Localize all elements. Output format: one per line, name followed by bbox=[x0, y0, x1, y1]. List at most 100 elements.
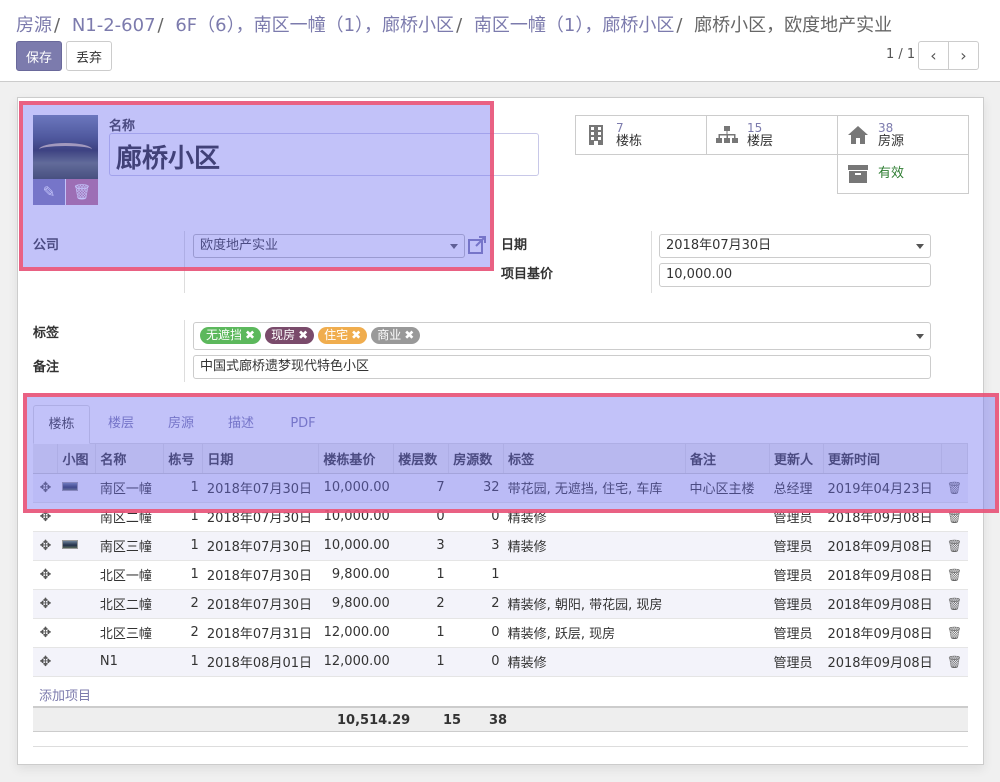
cell-note bbox=[685, 531, 770, 561]
cell-no: 1 bbox=[163, 560, 203, 590]
cell-name: 北区一幢 bbox=[95, 560, 164, 590]
cell-date: 2018年07月30日 bbox=[202, 589, 319, 619]
cell-price: 12,000.00 bbox=[318, 618, 394, 648]
pager-previous-button[interactable]: ‹ bbox=[918, 41, 949, 70]
cell-rooms: 0 bbox=[448, 647, 504, 677]
cell-no: 2 bbox=[163, 589, 203, 619]
tag-chip[interactable]: 住宅 ✖ bbox=[318, 327, 368, 344]
table-row[interactable]: ✥ 北区二幢 2 2018年07月30日 9,800.00 2 2 精装修, 朝阳, 带花园,… bbox=[33, 589, 968, 619]
cell-tags: 精装修, 跃层, 现房 bbox=[503, 618, 686, 648]
note-input[interactable]: 中国式廊桥遗梦现代特色小区 bbox=[193, 355, 931, 379]
cell-no: 2 bbox=[163, 618, 203, 648]
building-icon bbox=[576, 124, 616, 146]
thumbnail-cell bbox=[57, 560, 96, 590]
total-floors: 15 bbox=[443, 713, 462, 728]
add-line-link[interactable]: 添加项目 bbox=[39, 685, 91, 704]
date-input[interactable]: 2018年07月30日 bbox=[659, 234, 931, 258]
tag-chip[interactable]: 现房 ✖ bbox=[265, 327, 315, 344]
cell-note bbox=[685, 560, 770, 590]
stat-button-active[interactable]: 有效 bbox=[837, 154, 969, 194]
cell-price: 10,000.00 bbox=[318, 531, 394, 561]
table-row[interactable]: ✥ 北区三幢 2 2018年07月31日 12,000.00 1 0 精装修, 跃层, 现房 管… bbox=[33, 618, 968, 648]
stat-label: 楼层 bbox=[747, 133, 774, 149]
cell-floors: 3 bbox=[393, 531, 449, 561]
table-row[interactable]: ✥ 北区一幢 1 2018年07月30日 9,800.00 1 1 管理员 2018年09月08… bbox=[33, 560, 968, 590]
cell-no: 1 bbox=[163, 531, 203, 561]
breadcrumb-item[interactable]: 6F（6），南区一幢（1），廊桥小区 bbox=[175, 15, 454, 36]
cell-updated: 2018年09月08日 bbox=[823, 589, 942, 619]
table-footer: 10,514.29 15 38 bbox=[33, 706, 968, 732]
cell-no: 1 bbox=[163, 647, 203, 677]
cell-rooms: 0 bbox=[448, 618, 504, 648]
base-price-input[interactable]: 10,000.00 bbox=[659, 263, 931, 287]
cell-price: 9,800.00 bbox=[318, 589, 394, 619]
cell-price: 12,000.00 bbox=[318, 647, 394, 677]
save-button[interactable]: 保存 bbox=[16, 41, 62, 71]
table-row[interactable]: ✥ 南区三幢 1 2018年07月30日 10,000.00 3 3 精装修 管理员 2018年0… bbox=[33, 531, 968, 561]
tag-chip[interactable]: 商业 ✖ bbox=[371, 327, 421, 344]
cell-tags: 精装修 bbox=[503, 647, 686, 677]
thumbnail-cell bbox=[57, 647, 96, 677]
control-panel: 房源 / N1-2-607/ 6F（6），南区一幢（1），廊桥小区 / 南区一幢（1… bbox=[0, 0, 1000, 82]
stat-button-houses[interactable]: 38 房源 bbox=[837, 115, 969, 155]
trash-icon[interactable]: 🗑 bbox=[941, 531, 968, 561]
discard-button[interactable]: 丢弃 bbox=[66, 41, 112, 71]
breadcrumb-item[interactable]: 房源 bbox=[16, 15, 52, 36]
cell-updated: 2018年09月08日 bbox=[823, 560, 942, 590]
remove-tag-icon[interactable]: ✖ bbox=[351, 328, 361, 342]
trash-icon[interactable]: 🗑 bbox=[941, 560, 968, 590]
trash-icon[interactable]: 🗑 bbox=[941, 589, 968, 619]
cell-user: 管理员 bbox=[769, 647, 824, 677]
cell-name: 南区三幢 bbox=[95, 531, 164, 561]
cell-tags bbox=[503, 560, 686, 590]
breadcrumb-item[interactable]: N1-2-607 bbox=[72, 15, 156, 36]
total-price: 10,514.29 bbox=[337, 713, 411, 728]
form-sheet: ✎ 🗑 名称 廊桥小区 7 楼栋 15 楼层 38 房源 有效 公司 欧度地产实… bbox=[17, 97, 999, 765]
remove-tag-icon[interactable]: ✖ bbox=[245, 328, 255, 342]
cell-note bbox=[685, 618, 770, 648]
cell-user: 管理员 bbox=[769, 618, 824, 648]
trash-icon[interactable]: 🗑 bbox=[941, 647, 968, 677]
breadcrumb-item[interactable]: 南区一幢（1），廊桥小区 bbox=[474, 15, 674, 36]
cell-name: 北区三幢 bbox=[95, 618, 164, 648]
cell-floors: 1 bbox=[393, 647, 449, 677]
stat-button-buildings[interactable]: 7 楼栋 bbox=[575, 115, 707, 155]
drag-handle-icon[interactable]: ✥ bbox=[33, 589, 58, 619]
remove-tag-icon[interactable]: ✖ bbox=[298, 328, 308, 342]
highlight-box-table bbox=[23, 393, 999, 513]
tags-input[interactable]: 无遮挡 ✖ 现房 ✖ 住宅 ✖ 商业 ✖ bbox=[193, 322, 931, 350]
cell-date: 2018年07月30日 bbox=[202, 531, 319, 561]
drag-handle-icon[interactable]: ✥ bbox=[33, 531, 58, 561]
cell-user: 管理员 bbox=[769, 589, 824, 619]
base-price-label: 项目基价 bbox=[501, 267, 554, 282]
stat-count: 7 bbox=[616, 120, 624, 135]
chevron-left-icon: ‹ bbox=[930, 46, 937, 65]
drag-handle-icon[interactable]: ✥ bbox=[33, 647, 58, 677]
cell-user: 管理员 bbox=[769, 531, 824, 561]
thumbnail-cell bbox=[57, 589, 96, 619]
tags-label: 标签 bbox=[33, 326, 60, 341]
cell-note bbox=[685, 647, 770, 677]
remove-tag-icon[interactable]: ✖ bbox=[404, 328, 414, 342]
drag-handle-icon[interactable]: ✥ bbox=[33, 618, 58, 648]
stat-buttons: 7 楼栋 15 楼层 38 房源 有效 bbox=[575, 115, 969, 194]
total-rooms: 38 bbox=[489, 713, 508, 728]
pager-next-button[interactable]: › bbox=[948, 41, 979, 70]
date-value: 2018年07月30日 bbox=[666, 238, 772, 253]
tag-chip[interactable]: 无遮挡 ✖ bbox=[200, 327, 262, 344]
cell-floors: 1 bbox=[393, 618, 449, 648]
pager-value[interactable]: 1 / 1 bbox=[886, 47, 915, 62]
building-thumbnail bbox=[61, 540, 78, 549]
drag-handle-icon[interactable]: ✥ bbox=[33, 560, 58, 590]
breadcrumb-active: 廊桥小区，欧度地产实业 bbox=[694, 15, 893, 36]
cell-name: N1 bbox=[95, 647, 164, 677]
chevron-down-icon bbox=[916, 244, 924, 249]
cell-date: 2018年07月30日 bbox=[202, 560, 319, 590]
sitemap-icon bbox=[707, 125, 747, 145]
note-label: 备注 bbox=[33, 360, 60, 375]
cell-date: 2018年07月31日 bbox=[202, 618, 319, 648]
trash-icon[interactable]: 🗑 bbox=[941, 618, 968, 648]
table-row[interactable]: ✥ N1 1 2018年08月01日 12,000.00 1 0 精装修 管理员 2018年09月… bbox=[33, 647, 968, 677]
stat-button-floors[interactable]: 15 楼层 bbox=[706, 115, 838, 155]
cell-updated: 2018年09月08日 bbox=[823, 647, 942, 677]
